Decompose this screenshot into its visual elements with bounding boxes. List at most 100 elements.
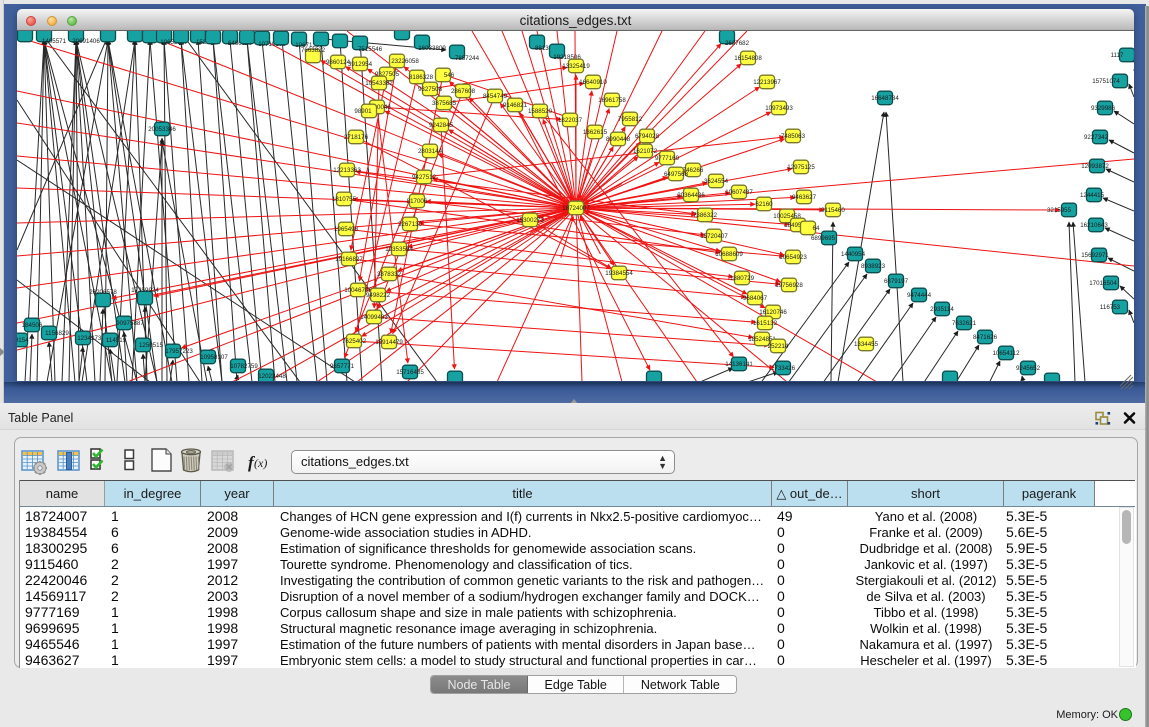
svg-text:10782759: 10782759 (230, 363, 258, 370)
svg-text:1156829: 1156829 (45, 330, 69, 337)
svg-text:18724007: 18724007 (562, 205, 590, 212)
svg-text:12975125: 12975125 (787, 164, 815, 171)
svg-text:1117: 1117 (1111, 52, 1124, 59)
svg-text:8471626: 8471626 (973, 334, 998, 341)
svg-text:7515546: 7515546 (358, 46, 383, 53)
svg-text:13325419: 13325419 (562, 63, 590, 70)
svg-text:16640910: 16640910 (579, 79, 607, 86)
svg-text:7857244: 7857244 (455, 55, 480, 62)
svg-text:98901: 98901 (354, 108, 372, 115)
svg-text:9242845: 9242845 (429, 122, 454, 129)
svg-text:2935114: 2935114 (930, 306, 954, 313)
svg-text:1250515: 1250515 (139, 342, 164, 349)
svg-text:12342737: 12342737 (77, 335, 105, 342)
svg-text:16154808: 16154808 (734, 55, 762, 62)
svg-text:1810755: 1810755 (332, 196, 357, 203)
svg-text:1880729: 1880729 (730, 275, 755, 282)
svg-text:9777169: 9777169 (655, 155, 680, 162)
svg-text:2718176: 2718176 (344, 134, 369, 141)
svg-text:6497568: 6497568 (664, 171, 689, 178)
svg-text:2687682: 2687682 (725, 40, 750, 47)
svg-text:16961758: 16961758 (598, 97, 626, 104)
svg-text:7632621: 7632621 (952, 320, 977, 327)
svg-text:14136141: 14136141 (725, 361, 753, 368)
svg-text:9245652: 9245652 (1016, 365, 1041, 372)
svg-text:116753: 116753 (1100, 304, 1121, 311)
svg-text:26206578: 26206578 (89, 289, 117, 296)
svg-text:2867608: 2867608 (451, 88, 476, 95)
svg-text:1822037: 1822037 (558, 117, 583, 124)
svg-text:9657771: 9657771 (330, 363, 355, 370)
svg-text:9474444: 9474444 (907, 292, 932, 299)
svg-text:9860124: 9860124 (326, 59, 351, 66)
svg-text:10654923: 10654923 (779, 254, 807, 261)
svg-text:16120746: 16120746 (759, 309, 787, 316)
svg-text:(x): (x) (254, 456, 267, 470)
svg-text:9684067: 9684067 (743, 295, 768, 302)
svg-text:7625402: 7625402 (342, 338, 367, 345)
svg-text:7485063: 7485063 (781, 133, 806, 140)
svg-text:17016504: 17016504 (1089, 280, 1117, 287)
svg-text:15716485: 15716485 (396, 369, 424, 376)
svg-text:15300273: 15300273 (516, 217, 544, 224)
svg-text:15720407: 15720407 (700, 233, 728, 240)
svg-text:12023448: 12023448 (258, 373, 286, 380)
svg-text:2803144: 2803144 (418, 148, 443, 155)
svg-text:9463627: 9463627 (792, 194, 817, 201)
svg-text:1621072: 1621072 (633, 148, 658, 155)
svg-text:14099483: 14099483 (360, 314, 388, 321)
svg-text:10607487: 10607487 (725, 189, 753, 196)
svg-text:3624554: 3624554 (704, 178, 729, 185)
svg-text:8938923: 8938923 (861, 263, 886, 270)
svg-text:6899695: 6899695 (811, 235, 836, 242)
svg-text:10543382: 10543382 (365, 80, 393, 87)
svg-text:12213967: 12213967 (753, 79, 781, 86)
svg-text:15751074: 15751074 (1092, 78, 1120, 85)
svg-text:20053346: 20053346 (148, 126, 176, 133)
svg-text:1334455: 1334455 (854, 341, 879, 348)
svg-text:16648784: 16648784 (871, 95, 899, 102)
svg-text:114519: 114519 (106, 337, 127, 344)
svg-text:3875685: 3875685 (432, 100, 457, 107)
svg-text:20691406: 20691406 (72, 38, 100, 45)
svg-text:19756928: 19756928 (775, 282, 803, 289)
svg-text:184506: 184506 (22, 322, 43, 329)
svg-text:9146821: 9146821 (503, 102, 528, 109)
svg-text:8990448: 8990448 (606, 136, 631, 143)
svg-text:16914479: 16914479 (375, 339, 403, 346)
svg-text:3215955: 3215955 (1047, 207, 1072, 214)
svg-text:12093872: 12093872 (1081, 163, 1109, 170)
svg-text:12353594: 12353594 (385, 246, 413, 253)
svg-text:19166827: 19166827 (335, 256, 363, 263)
svg-text:19384554: 19384554 (605, 270, 633, 277)
svg-text:9329986: 9329986 (1091, 105, 1116, 112)
svg-text:20364436: 20364436 (677, 192, 705, 199)
svg-text:62160: 62160 (755, 201, 773, 208)
svg-text:39154: 39154 (17, 337, 29, 344)
svg-text:9498222: 9498222 (366, 292, 391, 299)
svg-text:3267130: 3267130 (398, 221, 423, 228)
svg-text:1965498: 1965498 (334, 226, 359, 233)
svg-text:10654112: 10654112 (992, 350, 1020, 357)
svg-text:7663822: 7663822 (301, 47, 326, 54)
svg-text:9327508: 9327508 (418, 86, 443, 93)
svg-text:23226058: 23226058 (391, 58, 419, 65)
svg-text:9427512: 9427512 (412, 174, 437, 181)
svg-text:17359924: 17359924 (131, 287, 159, 294)
svg-text:1733426: 1733426 (771, 365, 796, 372)
svg-text:8186328: 8186328 (409, 74, 434, 81)
svg-text:1588520: 1588520 (528, 108, 553, 115)
svg-text:3878332: 3878332 (377, 271, 402, 278)
svg-text:16210643: 16210643 (1080, 222, 1108, 229)
svg-text:90975887: 90975887 (116, 320, 144, 327)
svg-text:9227342: 9227342 (1084, 134, 1109, 141)
svg-text:1440954: 1440954 (841, 251, 866, 258)
svg-text:10688609: 10688609 (715, 251, 743, 258)
svg-text:1615132: 1615132 (753, 320, 778, 327)
svg-text:8454749: 8454749 (483, 93, 508, 100)
svg-text:17957223: 17957223 (165, 348, 193, 355)
svg-text:817006: 817006 (407, 198, 428, 205)
svg-text:10973493: 10973493 (765, 105, 793, 112)
svg-text:6794028: 6794028 (635, 133, 660, 140)
svg-text:12213363: 12213363 (333, 167, 361, 174)
